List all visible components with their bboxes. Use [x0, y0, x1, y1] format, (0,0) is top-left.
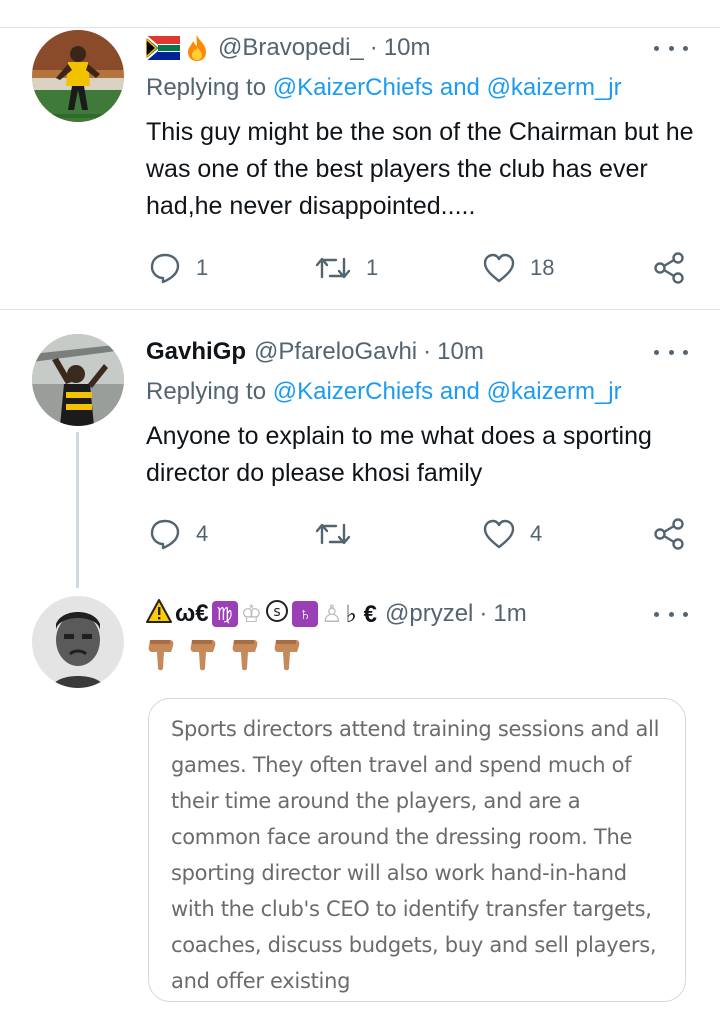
and-text: and: [439, 378, 480, 405]
tweet-header: GavhiGp @PfareloGavhi · 10m: [146, 336, 484, 368]
and-text: and: [439, 74, 480, 101]
more-icon[interactable]: [654, 38, 688, 58]
share-icon: [652, 251, 686, 285]
pawn-icon: ♙: [321, 600, 343, 628]
like-button[interactable]: 4: [482, 516, 542, 552]
separator-dot: ·: [423, 338, 432, 365]
thread-line: [76, 432, 79, 588]
reply-button[interactable]: 4: [148, 516, 208, 552]
like-count: 18: [530, 255, 555, 280]
avatar[interactable]: [32, 334, 124, 426]
circled-s-icon: s: [265, 599, 289, 630]
timestamp[interactable]: 1m: [493, 600, 526, 628]
top-divider: [0, 27, 720, 28]
separator-dot: ·: [369, 34, 378, 61]
svg-text:s: s: [273, 604, 280, 620]
display-name-tail: ♭ €: [345, 600, 377, 628]
pointing-down-emojis: [146, 636, 302, 676]
share-button[interactable]: [652, 516, 686, 552]
user-handle[interactable]: @PfareloGavhi: [254, 338, 417, 366]
like-button[interactable]: 18: [482, 250, 554, 286]
saturn-icon: ♄: [292, 601, 319, 627]
tweet-actions: 4 4: [146, 516, 694, 552]
tweet-header: @Bravopedi_ · 10m: [146, 32, 430, 64]
retweet-button[interactable]: 1: [314, 250, 378, 286]
tweet-divider: [0, 309, 720, 310]
replying-to: Replying to @KaizerChiefs and @kaizerm_j…: [146, 378, 622, 406]
retweet-count: 1: [366, 255, 379, 280]
retweet-button[interactable]: [314, 516, 366, 552]
south-africa-flag-icon: [146, 36, 180, 60]
more-icon[interactable]: [654, 342, 688, 362]
pointing-down-icon: [146, 636, 176, 672]
share-icon: [652, 517, 686, 551]
tweet-actions: 1 1 18: [146, 250, 694, 286]
display-name[interactable]: GavhiGp: [146, 338, 246, 366]
mention-link[interactable]: @KaizerChiefs: [273, 74, 433, 101]
display-name-text: ω€: [175, 600, 209, 627]
mention-link[interactable]: @kaizerm_jr: [487, 74, 622, 101]
user-handle[interactable]: @Bravopedi_: [218, 34, 364, 62]
timestamp[interactable]: 10m: [437, 338, 484, 366]
avatar[interactable]: [32, 30, 124, 122]
reply-count: 1: [196, 255, 209, 280]
tweet-text: Anyone to explain to me what does a spor…: [146, 422, 652, 487]
virgo-icon: ♍: [211, 601, 238, 627]
like-icon: [482, 252, 516, 284]
crown-icon: ♔: [240, 600, 263, 628]
replying-to: Replying to @KaizerChiefs and @kaizerm_j…: [146, 74, 622, 102]
reply-icon: [148, 251, 182, 285]
replying-prefix: Replying to: [146, 378, 267, 405]
tweet-text: This guy might be the son of the Chairma…: [146, 118, 694, 220]
display-name[interactable]: ω€ ♍ ♔ s ♄ ♙ ♭ €: [146, 598, 377, 630]
more-icon[interactable]: [654, 604, 688, 624]
pointing-down-icon: [188, 636, 218, 672]
like-icon: [482, 518, 516, 550]
mention-link[interactable]: @KaizerChiefs: [273, 378, 433, 405]
pointing-down-icon: [272, 636, 302, 672]
attached-text-card[interactable]: Sports directors attend training session…: [148, 698, 686, 1002]
mention-link[interactable]: @kaizerm_jr: [487, 378, 622, 405]
warning-icon: [146, 598, 172, 630]
avatar[interactable]: [32, 596, 124, 688]
reply-button[interactable]: 1: [148, 250, 208, 286]
share-button[interactable]: [652, 250, 686, 286]
separator-dot: ·: [479, 600, 488, 627]
retweet-icon: [314, 519, 352, 549]
retweet-icon: [314, 253, 352, 283]
fire-icon: [184, 34, 210, 62]
user-handle[interactable]: @pryzel: [385, 600, 473, 628]
timestamp[interactable]: 10m: [384, 34, 431, 62]
like-count: 4: [530, 521, 543, 546]
pointing-down-icon: [230, 636, 260, 672]
reply-count: 4: [196, 521, 209, 546]
replying-prefix: Replying to: [146, 74, 267, 101]
tweet-header: ω€ ♍ ♔ s ♄ ♙ ♭ € @pryzel · 1m: [146, 598, 527, 630]
attached-text: Sports directors attend training session…: [171, 717, 660, 993]
reply-icon: [148, 517, 182, 551]
